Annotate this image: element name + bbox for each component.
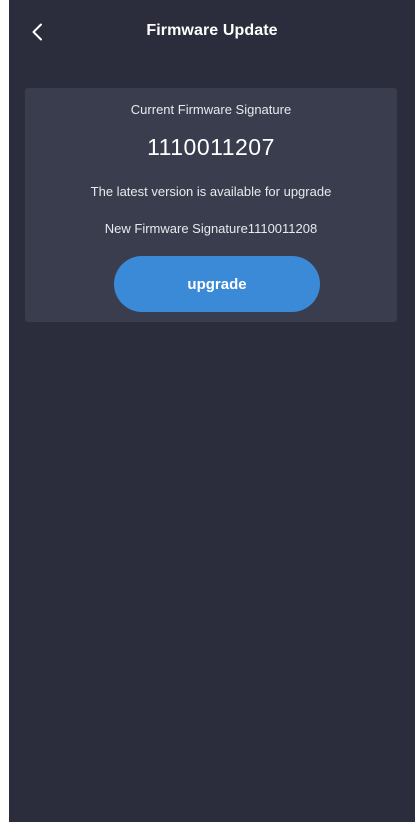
- new-firmware-signature: New Firmware Signature1110011208: [104, 221, 318, 236]
- current-firmware-value: 1110011207: [147, 134, 275, 160]
- firmware-update-screen: Firmware Update Current Firmware Signatu…: [9, 0, 415, 822]
- firmware-card: Current Firmware Signature 1110011207 Th…: [25, 88, 397, 322]
- upgrade-button[interactable]: upgrade: [114, 256, 320, 312]
- current-firmware-label: Current Firmware Signature: [130, 102, 292, 117]
- app-header: Firmware Update: [9, 0, 415, 64]
- page-title: Firmware Update: [146, 22, 278, 39]
- update-available-message: The latest version is available for upgr…: [90, 184, 332, 199]
